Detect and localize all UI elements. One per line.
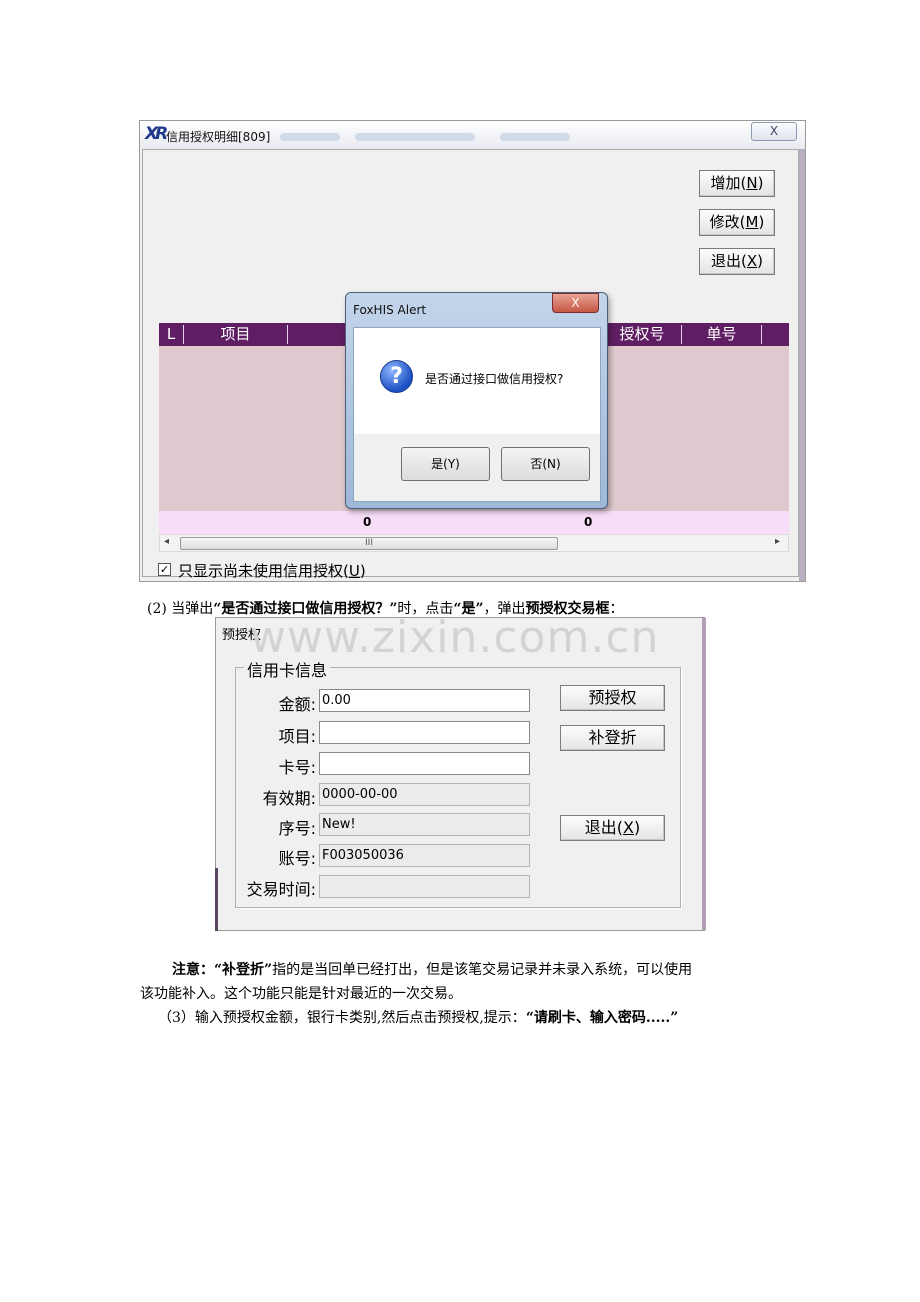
watermark: www.zixin.com.cn bbox=[250, 612, 660, 663]
supplement-button[interactable]: 补登折 bbox=[560, 725, 665, 751]
credit-auth-window: XR 信用授权明细[809] X 增加(N) 修改(M) 退出(X) L 项目 … bbox=[139, 120, 806, 582]
blurred-title-decoration bbox=[355, 133, 475, 141]
window-title: 信用授权明细[809] bbox=[166, 130, 271, 144]
card-number-field[interactable] bbox=[319, 752, 530, 775]
alert-close-button[interactable]: X bbox=[552, 293, 599, 313]
footer-total: 0 bbox=[363, 515, 372, 529]
scroll-left-arrow-icon[interactable]: ◂ bbox=[164, 536, 169, 547]
only-unused-checkbox[interactable]: ✓ bbox=[158, 563, 171, 576]
card-number-label: 卡号: bbox=[278, 758, 316, 777]
serial-field[interactable]: New! bbox=[319, 813, 530, 836]
note-line-1: 注意：“补登折”指的是当回单已经打出，但是该笔交易记录并未录入系统，可以使用 bbox=[172, 962, 693, 978]
no-button[interactable]: 否(N) bbox=[501, 447, 590, 481]
alert-button-area: 是(Y) 否(N) bbox=[354, 434, 600, 501]
exit-button[interactable]: 退出(X) bbox=[560, 815, 665, 841]
yes-button[interactable]: 是(Y) bbox=[401, 447, 490, 481]
preauth-button[interactable]: 预授权 bbox=[560, 685, 665, 711]
window-edge-decoration bbox=[215, 868, 218, 931]
amount-label: 金额: bbox=[278, 695, 316, 714]
serial-label: 序号: bbox=[278, 819, 316, 838]
column-header-item[interactable]: 项目 bbox=[184, 325, 288, 344]
note-line-2: 该功能补入。这个功能只能是针对最近的一次交易。 bbox=[140, 986, 462, 1002]
transaction-time-field[interactable] bbox=[319, 875, 530, 898]
horizontal-scrollbar[interactable]: ◂ III ▸ bbox=[159, 534, 789, 552]
expiry-label: 有效期: bbox=[262, 789, 316, 808]
alert-title: FoxHIS Alert bbox=[353, 303, 427, 317]
scroll-right-arrow-icon[interactable]: ▸ bbox=[775, 536, 780, 547]
amount-field[interactable]: 0.00 bbox=[319, 689, 530, 712]
close-icon: X bbox=[769, 124, 779, 138]
window-edge-decoration bbox=[702, 618, 706, 930]
window-title-bar: XR 信用授权明细[809] X bbox=[140, 121, 805, 149]
window-edge-decoration bbox=[799, 149, 805, 581]
blurred-title-decoration bbox=[500, 133, 570, 141]
grid-footer: 0 0 bbox=[159, 511, 789, 534]
close-button[interactable]: X bbox=[751, 122, 797, 141]
account-field[interactable]: F003050036 bbox=[319, 844, 530, 867]
edit-button[interactable]: 修改(M) bbox=[699, 209, 775, 236]
alert-message: 是否通过接口做信用授权? bbox=[425, 372, 564, 386]
item-label: 项目: bbox=[278, 727, 316, 746]
app-logo-icon: XR bbox=[145, 124, 168, 144]
expiry-field[interactable]: 0000-00-00 bbox=[319, 783, 530, 806]
alert-body: ? 是否通过接口做信用授权? 是(Y) 否(N) bbox=[353, 327, 601, 502]
only-unused-checkbox-label[interactable]: 只显示尚未使用信用授权(U) bbox=[178, 560, 366, 581]
blurred-title-decoration bbox=[280, 133, 340, 141]
column-header-auth-no[interactable]: 授权号 bbox=[602, 325, 682, 344]
add-button[interactable]: 增加(N) bbox=[699, 170, 775, 197]
account-label: 账号: bbox=[278, 849, 316, 868]
question-icon: ? bbox=[380, 360, 413, 393]
item-field[interactable] bbox=[319, 721, 530, 744]
window-body: 增加(N) 修改(M) 退出(X) L 项目 授权号 单号 0 0 ◂ III … bbox=[142, 149, 799, 580]
transaction-time-label: 交易时间: bbox=[246, 880, 316, 899]
instruction-paragraph-3: （3）输入预授权金额，银行卡类别,然后点击预授权,提示：“请刷卡、输入密码...… bbox=[158, 1010, 679, 1026]
scrollbar-thumb[interactable]: III bbox=[180, 537, 558, 550]
footer-total: 0 bbox=[584, 515, 593, 529]
exit-button[interactable]: 退出(X) bbox=[699, 248, 775, 275]
column-header-l[interactable]: L bbox=[159, 325, 184, 344]
preauth-dialog: 预授权 信用卡信息 金额: 0.00 项目: 卡号: 有效期: 0000-00-… bbox=[215, 617, 706, 931]
column-header-bill-no[interactable]: 单号 bbox=[682, 325, 762, 344]
alert-dialog: FoxHIS Alert X ? 是否通过接口做信用授权? 是(Y) 否(N) bbox=[345, 292, 608, 509]
close-icon: X bbox=[571, 296, 580, 310]
